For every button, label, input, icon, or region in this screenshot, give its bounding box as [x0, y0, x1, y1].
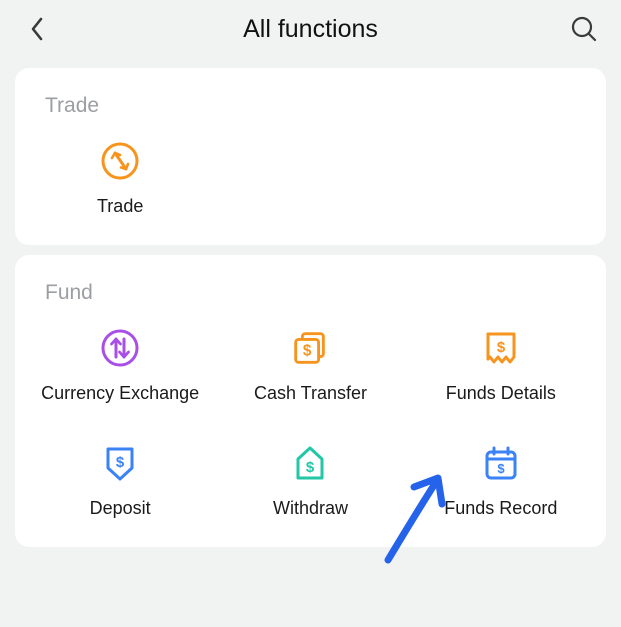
trade-icon [99, 140, 141, 182]
funds-record-icon: $ [480, 442, 522, 484]
svg-text:$: $ [306, 459, 315, 476]
svg-text:$: $ [116, 454, 125, 471]
fn-funds-details[interactable]: $ Funds Details [406, 327, 596, 404]
topbar: All functions [0, 0, 621, 58]
chevron-left-icon [28, 15, 46, 43]
fn-label: Funds Details [446, 383, 556, 404]
section-trade: Trade Trade [15, 68, 606, 245]
fn-label: Funds Record [444, 498, 557, 519]
search-button[interactable] [565, 10, 603, 48]
grid-trade: Trade [15, 140, 606, 217]
fn-currency-exchange[interactable]: Currency Exchange [25, 327, 215, 404]
fn-deposit[interactable]: $ Deposit [25, 442, 215, 519]
fn-label: Currency Exchange [41, 383, 199, 404]
fn-label: Deposit [90, 498, 151, 519]
fn-label: Cash Transfer [254, 383, 367, 404]
cash-transfer-icon: $ [289, 327, 331, 369]
svg-text:$: $ [497, 461, 505, 476]
fn-label: Trade [97, 196, 143, 217]
grid-fund: Currency Exchange $ Cash Transfer $ [15, 327, 606, 519]
withdraw-icon: $ [289, 442, 331, 484]
fn-label: Withdraw [273, 498, 348, 519]
svg-text:$: $ [303, 343, 312, 360]
deposit-icon: $ [99, 442, 141, 484]
fn-funds-record[interactable]: $ Funds Record [406, 442, 596, 519]
search-icon [570, 15, 598, 43]
section-fund: Fund Currency Exchange $ [15, 255, 606, 547]
fn-withdraw[interactable]: $ Withdraw [215, 442, 405, 519]
funds-details-icon: $ [480, 327, 522, 369]
fn-trade[interactable]: Trade [25, 140, 215, 217]
section-title-fund: Fund [15, 273, 606, 327]
page-title: All functions [243, 15, 378, 44]
svg-text:$: $ [497, 339, 506, 356]
section-title-trade: Trade [15, 86, 606, 140]
fn-cash-transfer[interactable]: $ Cash Transfer [215, 327, 405, 404]
currency-exchange-icon [99, 327, 141, 369]
back-button[interactable] [18, 10, 56, 48]
